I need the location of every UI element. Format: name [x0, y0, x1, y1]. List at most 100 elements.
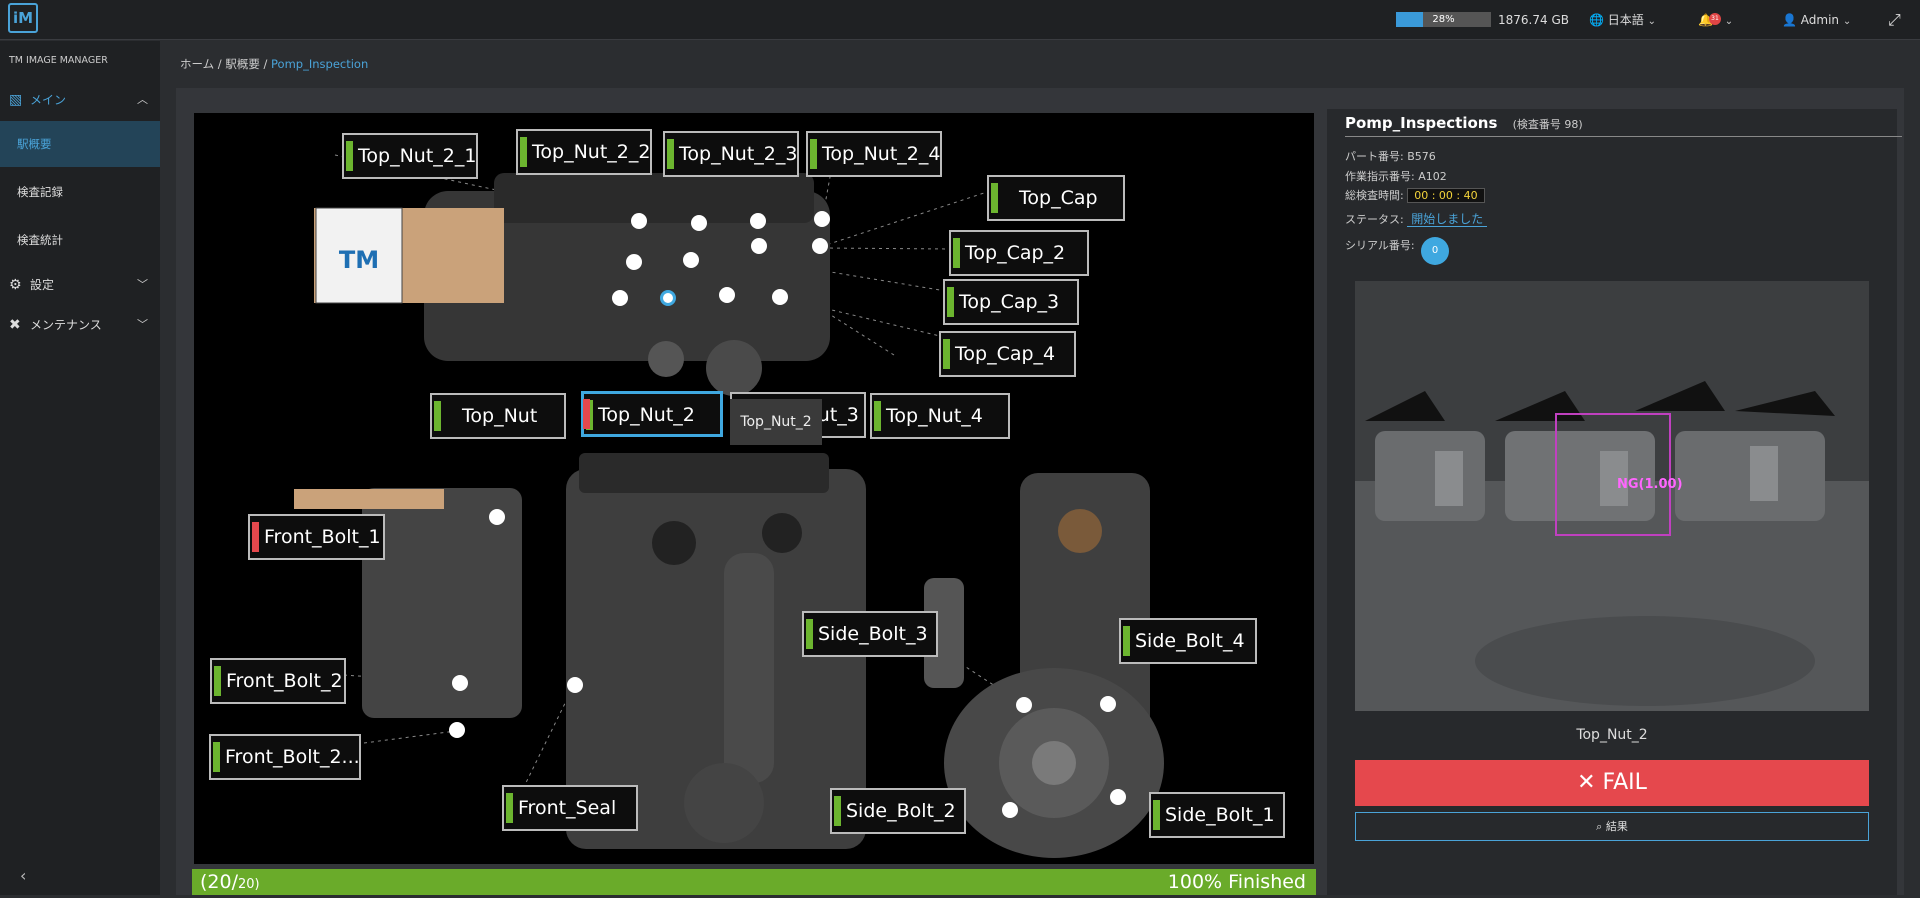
breadcrumb-current: Pomp_Inspection [271, 57, 369, 71]
inspection-image[interactable]: NG(1.00) [1355, 281, 1869, 711]
inspection-point[interactable] [814, 211, 830, 227]
fullscreen-icon[interactable]: ⤢ [1888, 0, 1901, 40]
inspection-point-selected[interactable] [660, 290, 676, 306]
total-time-value: 00 : 00 : 40 [1407, 188, 1485, 203]
inspection-point[interactable] [812, 238, 828, 254]
serial-number-badge: 0 [1421, 237, 1449, 265]
inspection-point[interactable] [452, 675, 468, 691]
status-row: ステータス: 開始しました [1345, 210, 1488, 227]
breadcrumb-home[interactable]: ホーム [180, 57, 214, 71]
fail-result-button[interactable]: ✕ FAIL [1355, 760, 1869, 806]
label-side-bolt-2[interactable]: Side_Bolt_2 [830, 788, 966, 834]
globe-icon: 🌐 [1589, 13, 1604, 27]
chevron-down-icon: ﹀ [137, 318, 148, 331]
app-logo-icon[interactable]: iM [8, 3, 38, 33]
chevron-down-icon: ⌄ [1842, 16, 1852, 27]
user-name: Admin [1800, 13, 1840, 27]
label-top-nut-2-4[interactable]: Top_Nut_2_4 [806, 131, 943, 177]
progress-status: 100% Finished [1167, 871, 1306, 893]
sidebar-group-main[interactable]: ▧ メイン ︿ [0, 84, 160, 116]
chevron-down-icon: ⌄ [1647, 16, 1657, 27]
sidebar-item-statistics[interactable]: 検査統計 [0, 217, 160, 263]
inspection-point[interactable] [631, 213, 647, 229]
result-button-label: 結果 [1605, 820, 1628, 833]
inspection-point[interactable] [567, 677, 583, 693]
total-time-row: 総検査時間: 00 : 00 : 40 [1345, 187, 1485, 203]
status-label: ステータス: [1345, 213, 1404, 226]
inspection-point[interactable] [683, 252, 699, 268]
gear-icon: ⚙ [9, 277, 22, 293]
wrench-icon: ✖ [9, 317, 21, 333]
inspection-point[interactable] [449, 722, 465, 738]
inspection-detail-panel: Pomp_Inspections (検査番号 98) パート番号: B576 作… [1327, 109, 1902, 895]
search-icon: ⌕ [1596, 820, 1603, 833]
breadcrumb-overview[interactable]: 駅概要 [225, 57, 260, 71]
top-bar: iM 28% 1876.74 GB 🌐 日本語 ⌄ 🔔31 ⌄ 👤 Admin … [0, 0, 1920, 40]
inspection-point[interactable] [691, 215, 707, 231]
label-top-cap-4[interactable]: Top_Cap_4 [939, 331, 1076, 377]
inspection-name: Pomp_Inspections [1345, 114, 1498, 132]
tooltip-top-nut-2: Top_Nut_2 [730, 399, 822, 445]
user-menu[interactable]: 👤 Admin ⌄ [1782, 0, 1851, 40]
label-top-nut-4[interactable]: Top_Nut_4 [870, 393, 1010, 439]
sidebar-group-settings[interactable]: ⚙ 設定 ﹀ [0, 269, 160, 301]
progress-current: (20/ [200, 871, 238, 893]
inspection-point[interactable] [489, 509, 505, 525]
inspection-number: (検査番号 98) [1512, 118, 1583, 131]
total-time-label: 総検査時間: [1345, 189, 1404, 202]
image-icon: ▧ [9, 92, 23, 108]
label-top-nut-2-1[interactable]: Top_Nut_2_1 [342, 133, 479, 179]
sidebar-group-maintenance-label: メンテナンス [30, 318, 102, 332]
inspection-point[interactable] [1100, 696, 1116, 712]
storage-usage-bar: 28% [1396, 12, 1491, 27]
sidebar-item-overview[interactable]: 駅概要 [0, 121, 160, 167]
sidebar: TM IMAGE MANAGER ▧ メイン ︿ 駅概要 検査記録 検査統計 ⚙… [0, 41, 160, 895]
result-button[interactable]: ⌕ 結果 [1355, 812, 1869, 841]
progress-count: (20/20) [200, 869, 260, 898]
storage-percent: 28% [1432, 14, 1455, 25]
label-top-cap-2[interactable]: Top_Cap_2 [949, 230, 1089, 276]
label-front-bolt-2-more[interactable]: Front_Bolt_2... [209, 734, 361, 780]
sidebar-item-records[interactable]: 検査記録 [0, 169, 160, 215]
label-side-bolt-3[interactable]: Side_Bolt_3 [802, 611, 938, 657]
detection-box: NG(1.00) [1555, 413, 1683, 536]
label-front-bolt-1[interactable]: Front_Bolt_1 [248, 514, 385, 560]
tm-logo-stamp: TM [339, 246, 379, 274]
divider [1345, 136, 1902, 137]
label-top-cap[interactable]: Top_Cap [987, 175, 1125, 221]
label-top-nut-2-3[interactable]: Top_Nut_2_3 [663, 131, 800, 177]
inspection-point[interactable] [626, 254, 642, 270]
chevron-down-icon: ﹀ [137, 278, 148, 291]
sidebar-group-maintenance[interactable]: ✖ メンテナンス ﹀ [0, 309, 160, 341]
inspection-point[interactable] [612, 290, 628, 306]
inspection-point[interactable] [772, 289, 788, 305]
chevron-up-icon: ︿ [137, 93, 148, 106]
label-front-bolt-2[interactable]: Front_Bolt_2 [210, 658, 346, 704]
inspection-point[interactable] [1110, 789, 1126, 805]
label-top-cap-3[interactable]: Top_Cap_3 [943, 279, 1079, 325]
inspection-point[interactable] [1002, 802, 1018, 818]
inspection-point[interactable] [1016, 697, 1032, 713]
inspection-canvas[interactable]: TM Top_Nut_2_1 Top_Nut_2_2 Top_Nut_2_3 T… [194, 113, 1314, 864]
inspection-point[interactable] [750, 213, 766, 229]
label-top-nut[interactable]: Top_Nut [430, 393, 566, 439]
status-value: 開始しました [1407, 212, 1488, 227]
progress-bar: (20/20) 100% Finished [192, 869, 1316, 895]
work-order-number: 作業指示番号: A102 [1345, 170, 1447, 183]
storage-size: 1876.74 GB [1498, 13, 1569, 27]
chevron-down-icon: ⌄ [1724, 16, 1734, 27]
language-selector[interactable]: 🌐 日本語 ⌄ [1589, 0, 1656, 40]
notifications-button[interactable]: 🔔31 ⌄ [1698, 0, 1733, 40]
inspection-image-name: Top_Nut_2 [1576, 727, 1648, 743]
inspection-point[interactable] [751, 238, 767, 254]
detection-label: NG(1.00) [1617, 477, 1683, 492]
user-icon: 👤 [1782, 13, 1797, 27]
collapse-sidebar-icon[interactable]: ‹ [20, 866, 26, 885]
inspection-point[interactable] [719, 287, 735, 303]
breadcrumb: ホーム / 駅概要 / Pomp_Inspection [180, 57, 369, 71]
label-top-nut-2-2[interactable]: Top_Nut_2_2 [516, 129, 653, 175]
label-front-seal[interactable]: Front_Seal [502, 785, 638, 831]
label-side-bolt-1[interactable]: Side_Bolt_1 [1149, 792, 1285, 838]
label-side-bolt-4[interactable]: Side_Bolt_4 [1119, 618, 1257, 664]
progress-total: 20) [238, 877, 260, 892]
